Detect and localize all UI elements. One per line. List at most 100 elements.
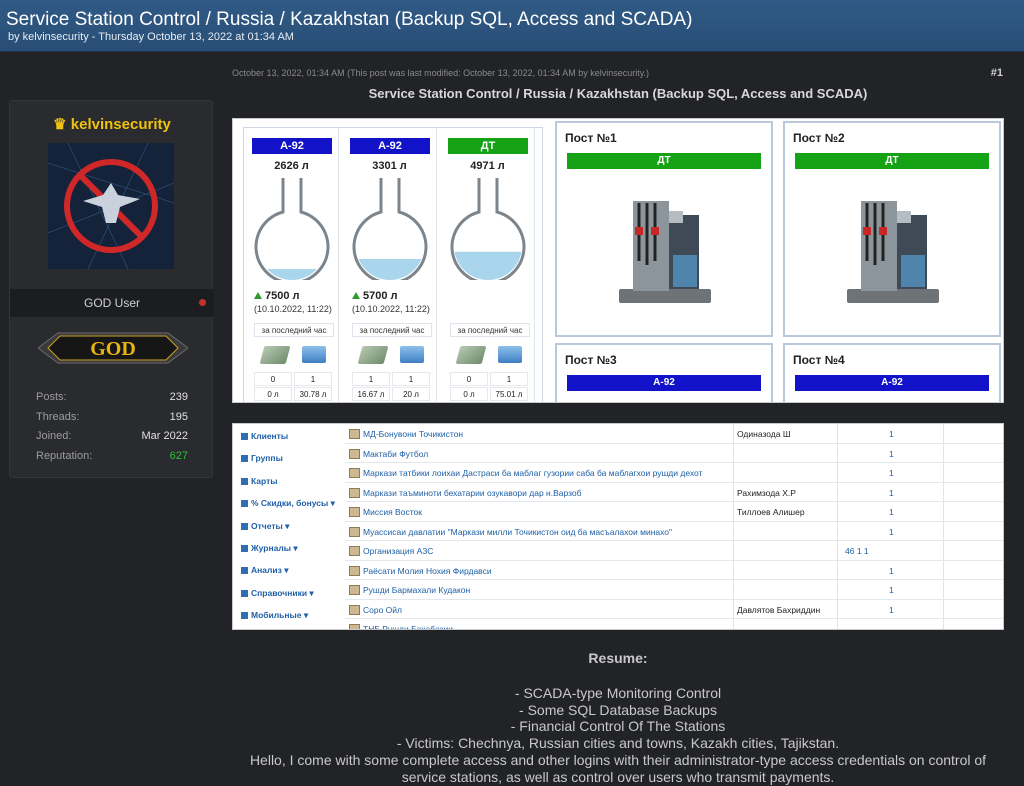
tank-stat-cell: 0 л [450,402,488,403]
pump-fuel-bar: А-92 [567,375,761,391]
tank-stat-cell: 0 л [254,402,292,403]
admin-nav-item[interactable]: % Скидки, бонусы ▾ [241,498,335,509]
post-number-link[interactable]: #1 [991,67,1003,79]
tank-capacity: 7500 л (10.10.2022, 11:22) [254,290,332,314]
nav-item-label: % Скидки, бонусы ▾ [251,498,335,509]
pump-post-panel[interactable]: Пост №4 А-92 [783,343,1001,402]
scada-screenshot: А-92 2626 л 7500 л (10.10.2022, 11:22) за по… [232,118,1004,403]
payment-icons [356,344,432,366]
building-icon [349,468,360,478]
building-icon [349,526,360,537]
nav-item-label: Клиенты [251,431,289,441]
org-card-count: 1 [889,429,894,439]
tank-capacity-date: (10.10.2022, 11:22) [352,304,430,314]
building-icon [349,546,360,556]
rank-badge-banner: GOD [37,332,189,364]
thread-byline: by kelvinsecurity - Thursday October 13,… [8,31,294,43]
nav-item-icon [241,612,248,620]
org-card-count: 1 [889,468,894,478]
table-row[interactable]: Организация АЗС46 1 1105 [345,541,1003,561]
pump-post-panel[interactable]: Пост №3 А-92 [555,343,773,402]
org-name-link[interactable]: МД-Бонувони Точикистон [349,429,463,439]
org-name-link[interactable]: Маркази татбики лоихаи Дастраси ба мабла… [349,468,702,478]
org-name: Маркази таъминоти бехатарии озукавори да… [363,487,582,498]
table-row[interactable]: Рушди Бармахали Кудакон15 [345,580,1003,600]
table-row[interactable]: Маркази татбики лоихаи Дастраси ба мабла… [345,463,1003,483]
tank-liquid [454,251,522,280]
fuel-pump-icon [839,181,949,307]
building-icon [349,624,360,629]
org-card-count: 1 [889,526,894,537]
table-row[interactable]: Миссия ВостокТиллоев Алишер13 [345,502,1003,522]
tank-level-flask [450,178,526,280]
admin-nav-item[interactable]: Клиенты [241,431,288,441]
org-name-link[interactable]: Мактаби Футбол [349,448,429,459]
table-row[interactable]: ТНБ Рушди Бахабазии...2 [345,619,1003,630]
cash-icon [455,346,487,364]
org-name: ТНБ Рушди Бахабазии... [363,624,461,630]
building-icon [349,604,360,615]
rank-text: GOD [90,338,136,360]
org-name-link[interactable]: Рушди Бармахали Кудакон [349,585,470,595]
nav-item-icon [241,567,248,575]
table-row[interactable]: Маркази таъминоти бехатарии озукавори да… [345,483,1003,502]
last-hour-label: за последний час [254,323,334,337]
thread-header: Service Station Control / Russia / Kazak… [0,0,1024,52]
org-name: МД-Бонувони Точикистон [363,429,464,439]
credit-card-icon [302,346,326,363]
org-name: Мактаби Футбол [363,448,429,459]
pump-post-name: Пост №4 [793,353,845,367]
org-owner: Тиллоев Алишер [737,507,805,517]
table-row[interactable]: Соро ОйлДавлятов Бахриддин16 [345,600,1003,619]
org-name-link[interactable]: Раёсати Молия Нохия Фирдавси [349,565,492,576]
admin-nav-item[interactable]: Журналы ▾ [241,543,298,554]
org-name-link[interactable]: Соро Ойл [349,604,403,615]
username-link[interactable]: ♛ kelvinsecurity [10,115,214,133]
admin-nav-item[interactable]: Справочники ▾ [241,588,314,599]
stat-joined: Joined: Mar 2022 [36,430,188,442]
org-owner: Рахимзода Х.Р [737,487,796,498]
stat-threads: Threads: 195 [36,410,188,423]
org-name: Организация АЗС [363,546,434,556]
admin-nav-item[interactable]: Мобильные ▾ [241,610,308,621]
org-name: Соро Ойл [363,604,403,615]
avatar[interactable] [48,143,174,269]
resume-section: Resume: - SCADA-type Monitoring Control … [226,650,1010,786]
org-name-link[interactable]: Муассисаи давлатии "Маркази милли Точики… [349,526,672,537]
table-row[interactable]: Муассисаи давлатии "Маркази милли Точики… [345,522,1003,541]
tank-column: ДТ4971 лза последний час010 л75.01 л0 л2… [440,128,535,403]
resume-line: - Victims: Chechnya, Russian cities and … [396,735,840,752]
user-stats: Posts: 239 Threads: 195 Joined: Mar 2022 Re… [36,391,188,469]
post-date: October 13, 2022, 01:34 AM (This post wa… [232,68,650,78]
nav-item-label: Анализ ▾ [251,565,289,576]
pump-post-name: Пост №1 [565,131,617,145]
admin-nav-item[interactable]: Отчеты ▾ [241,521,289,532]
username: kelvinsecurity [70,116,171,133]
org-owner: Одиназода Ш [737,429,791,439]
table-row[interactable]: Раёсати Молия Нохия Фирдавси11 [345,561,1003,580]
tank-capacity: 5700 л (10.10.2022, 11:22) [352,290,430,314]
admin-nav-item[interactable]: Анализ ▾ [241,565,288,576]
tank-stat-cell: 0 л [450,387,488,401]
org-card-count: 1 [889,604,894,615]
tank-fuel-label: А-92 [350,138,430,154]
tank-stat-cell: 75.01 л [490,387,528,401]
stat-posts: Posts: 239 [36,391,188,403]
table-row[interactable]: МД-Бонувони ТочикистонОдиназода Ш12 [345,424,1003,444]
table-row[interactable]: Мактаби Футбол12 [345,444,1003,463]
org-name-link[interactable]: ТНБ Рушди Бахабазии... [349,624,461,630]
up-triangle-icon [254,292,262,299]
tank-stat-cell: 1 [294,372,332,386]
org-name-link[interactable]: Организация АЗС [349,546,433,556]
org-name-link[interactable]: Маркази таъминоти бехатарии озукавори да… [349,487,582,498]
pump-post-name: Пост №3 [565,353,617,367]
stat-reputation[interactable]: Reputation: 627 [36,450,188,470]
admin-nav-item[interactable]: Группы [241,453,283,463]
org-card-count: 46 1 1 [845,546,869,556]
building-icon [349,448,360,459]
admin-nav-item[interactable]: Карты [241,476,278,486]
pump-post-panel[interactable]: Пост №2 ДТ [783,121,1001,337]
pump-post-panel[interactable]: Пост №1 ДТ [555,121,773,337]
tank-panel: А-92 2626 л 7500 л (10.10.2022, 11:22) за по… [243,127,543,403]
org-name-link[interactable]: Миссия Восток [349,507,422,517]
